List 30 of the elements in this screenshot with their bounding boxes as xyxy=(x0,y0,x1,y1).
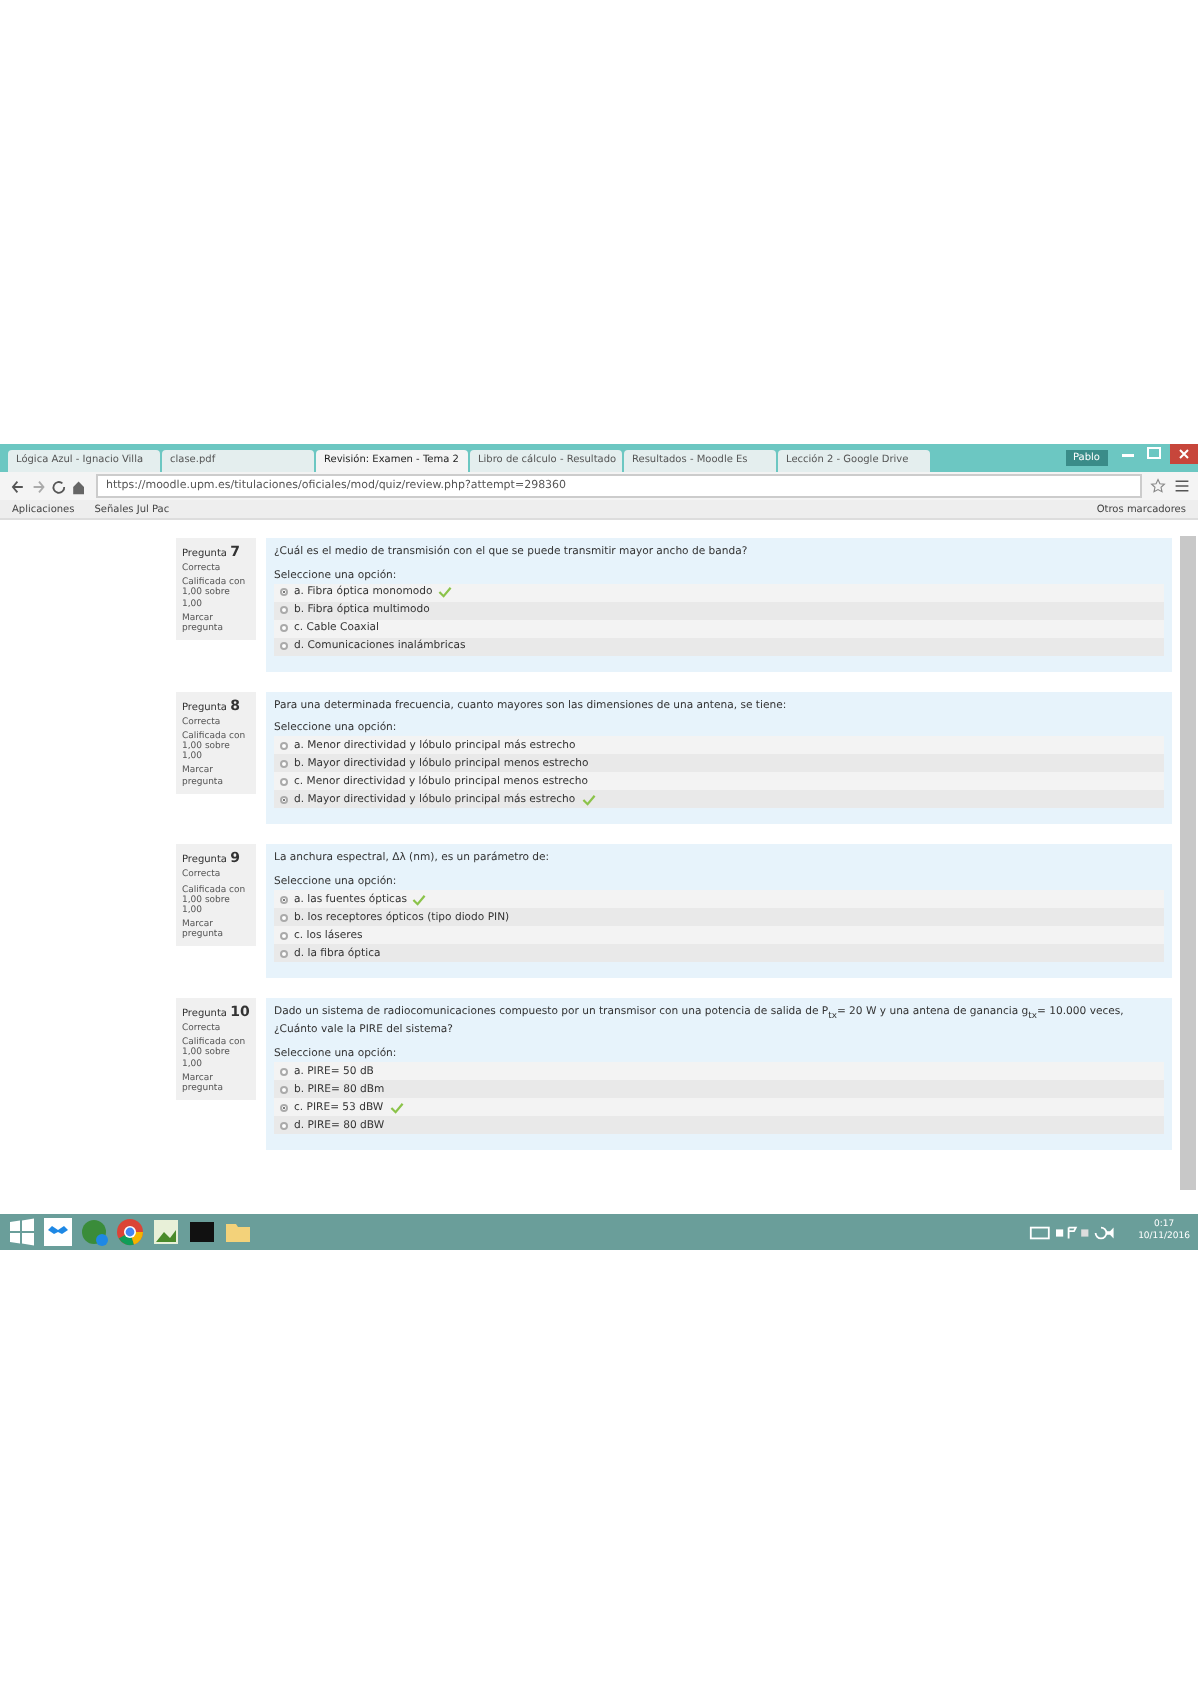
checkmark-icon xyxy=(389,1101,404,1114)
box-icon[interactable] xyxy=(44,1218,72,1246)
radio-button[interactable] xyxy=(280,1103,288,1112)
radio-button[interactable] xyxy=(280,1121,288,1130)
radio-button[interactable] xyxy=(280,949,288,958)
menu-icon[interactable] xyxy=(1174,478,1190,494)
navigation-icon[interactable] xyxy=(8,477,88,495)
radio-button[interactable] xyxy=(280,795,288,804)
star-icon[interactable] xyxy=(1150,478,1166,494)
radio-button[interactable] xyxy=(280,895,288,904)
image-editor-icon[interactable] xyxy=(152,1218,180,1246)
radio-button[interactable] xyxy=(280,624,288,633)
scrollbar[interactable] xyxy=(1180,536,1196,1190)
checkmark-icon xyxy=(438,586,453,599)
checkmark-icon xyxy=(581,793,596,806)
radio-button[interactable] xyxy=(280,777,288,786)
checkmark-icon xyxy=(412,893,427,906)
terminal-icon[interactable] xyxy=(188,1218,216,1246)
radio-button[interactable] xyxy=(280,642,288,651)
radio-button[interactable] xyxy=(280,741,288,750)
radio-button[interactable] xyxy=(280,606,288,615)
windows-logo-icon[interactable] xyxy=(8,1218,36,1246)
radio-button[interactable] xyxy=(280,913,288,922)
radio-button[interactable] xyxy=(280,588,288,597)
radio-button[interactable] xyxy=(280,1067,288,1076)
radio-button[interactable] xyxy=(280,931,288,940)
window-controls-icon[interactable] xyxy=(1118,444,1198,464)
chrome-icon[interactable] xyxy=(116,1218,144,1246)
radio-button[interactable] xyxy=(280,1085,288,1094)
radio-button[interactable] xyxy=(280,759,288,768)
